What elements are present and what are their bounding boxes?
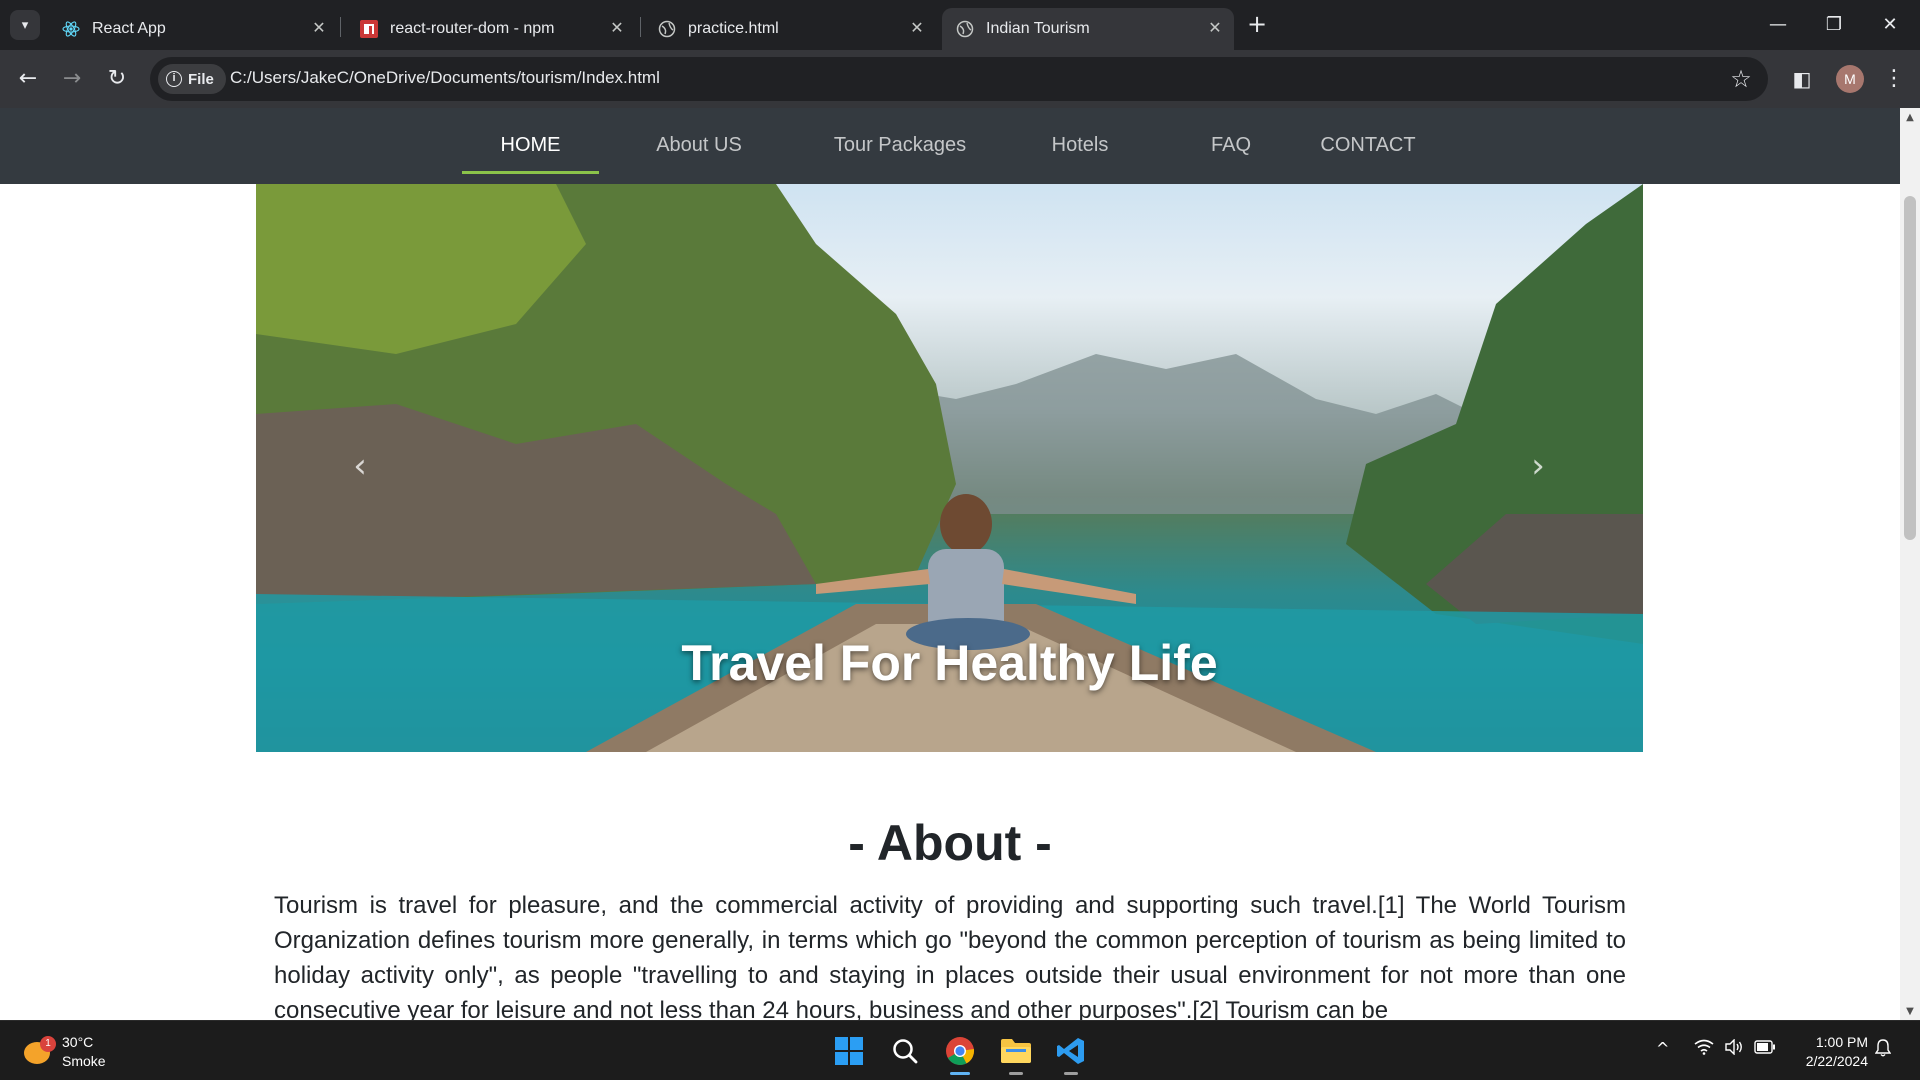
notification-bell-icon[interactable] [1874, 1039, 1892, 1062]
site-navbar: HOME About US Tour Packages Hotels FAQ C… [0, 108, 1900, 184]
carousel-prev-chevron-icon[interactable]: ‹ [340, 446, 380, 486]
close-window-button[interactable]: ✕ [1872, 10, 1908, 40]
windows-start-icon[interactable] [831, 1033, 867, 1069]
close-icon[interactable]: ✕ [310, 20, 328, 38]
browser-toolbar: ← → ↻ i File C:/Users/JakeC/OneDrive/Doc… [0, 50, 1920, 108]
tab-title: Indian Tourism [986, 20, 1090, 37]
scroll-up-arrow-icon[interactable]: ▲ [1900, 110, 1920, 126]
page-scrollbar[interactable]: ▲ ▼ [1900, 108, 1920, 1020]
scroll-down-arrow-icon[interactable]: ▼ [1900, 1004, 1920, 1020]
volume-icon[interactable] [1724, 1038, 1744, 1059]
url-text[interactable]: C:/Users/JakeC/OneDrive/Documents/touris… [230, 68, 660, 88]
chevron-up-icon[interactable]: ^ [1656, 1039, 1669, 1058]
bookmark-star-icon[interactable]: ☆ [1728, 66, 1754, 92]
tab-title: react-router-dom - npm [390, 20, 555, 37]
about-paragraph: Tourism is travel for pleasure, and the … [274, 892, 1626, 1020]
react-icon [62, 20, 80, 38]
reload-button[interactable]: ↻ [103, 65, 131, 93]
chip-label: File [188, 70, 214, 88]
tab-practice[interactable]: practice.html ✕ [644, 8, 936, 50]
side-panel-icon[interactable]: ◧ [1788, 65, 1816, 93]
page-viewport: HOME About US Tour Packages Hotels FAQ C… [0, 108, 1900, 1020]
weather-sun-icon: 1 [22, 1036, 56, 1068]
profile-avatar[interactable]: M [1836, 65, 1864, 93]
site-info-chip[interactable]: i File [158, 64, 226, 94]
tab-search-button[interactable]: ▾ [10, 10, 40, 40]
clock-time: 1:00 PM [1815, 1034, 1868, 1050]
vscode-icon[interactable] [1053, 1033, 1089, 1075]
new-tab-button[interactable]: + [1244, 12, 1270, 38]
nav-hotels[interactable]: Hotels [1036, 108, 1124, 184]
nav-faq[interactable]: FAQ [1196, 108, 1266, 184]
nav-tour-packages[interactable]: Tour Packages [822, 108, 978, 184]
restore-button[interactable]: ❐ [1816, 10, 1852, 40]
globe-icon [658, 20, 676, 38]
system-clock[interactable]: 1:00 PM 2/22/2024 [1796, 1033, 1868, 1071]
chrome-icon[interactable] [942, 1033, 978, 1075]
tab-react-router-dom[interactable]: react-router-dom - npm ✕ [346, 8, 636, 50]
os-taskbar: 1 30°C Smoke ^ 1:00 PM 2/22/2024 [0, 1020, 1920, 1080]
address-bar[interactable]: i File C:/Users/JakeC/OneDrive/Documents… [150, 57, 1768, 101]
npm-icon [360, 20, 378, 38]
tab-react-app[interactable]: React App ✕ [48, 8, 338, 50]
chevron-down-icon: ▾ [21, 17, 29, 33]
weather-widget[interactable]: 1 30°C Smoke [22, 1033, 106, 1071]
weather-temperature: 30°C [62, 1034, 94, 1050]
close-icon[interactable]: ✕ [1206, 20, 1224, 38]
info-icon: i [166, 71, 182, 87]
hero-caption: Travel For Healthy Life [681, 635, 1218, 691]
globe-icon [956, 20, 974, 38]
close-icon[interactable]: ✕ [908, 20, 926, 38]
tab-title: React App [92, 20, 166, 37]
forward-button[interactable]: → [58, 65, 86, 93]
battery-icon[interactable] [1754, 1039, 1776, 1058]
scrollbar-thumb[interactable] [1904, 196, 1916, 540]
menu-kebab-icon[interactable]: ⋮ [1880, 65, 1908, 93]
minimize-button[interactable]: — [1760, 10, 1796, 40]
weather-badge: 1 [40, 1036, 56, 1052]
tab-title: practice.html [688, 20, 779, 37]
carousel-next-chevron-icon[interactable]: › [1518, 446, 1558, 486]
hero-carousel: ‹ › Travel For Healthy Life [256, 184, 1643, 752]
nav-about-us[interactable]: About US [636, 108, 762, 184]
nav-contact[interactable]: CONTACT [1314, 108, 1422, 184]
clock-date: 2/22/2024 [1805, 1053, 1868, 1069]
search-icon[interactable] [887, 1033, 923, 1069]
nav-home[interactable]: HOME [462, 108, 599, 184]
back-button[interactable]: ← [14, 65, 42, 93]
wifi-icon[interactable] [1694, 1039, 1714, 1059]
file-explorer-icon[interactable] [998, 1033, 1034, 1075]
weather-condition: Smoke [62, 1053, 106, 1069]
close-icon[interactable]: ✕ [608, 20, 626, 38]
about-heading: - About - [848, 815, 1052, 871]
browser-tab-strip: ▾ React App ✕ react-router-dom - npm ✕ p… [0, 0, 1920, 50]
tab-indian-tourism[interactable]: Indian Tourism ✕ [942, 8, 1234, 50]
